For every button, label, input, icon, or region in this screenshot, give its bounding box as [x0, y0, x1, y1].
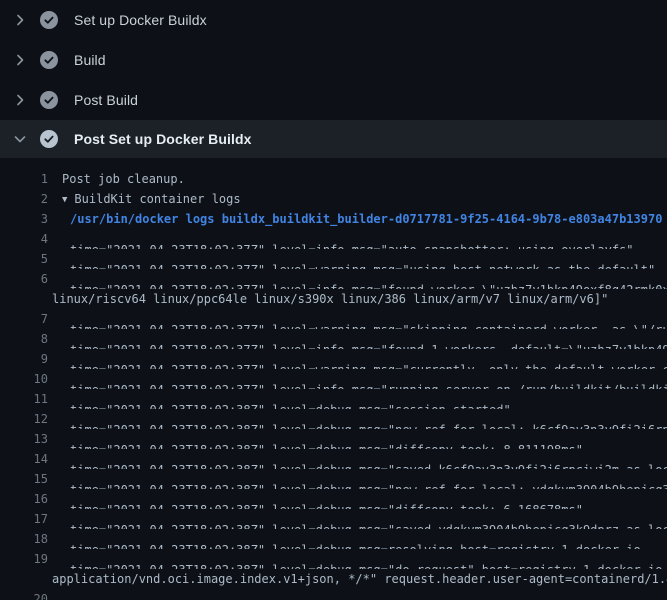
log-line: 13 time="2021-04-23T18:02:38Z" level=debu…: [0, 429, 667, 449]
log-text: application/vnd.oci.image.index.v1+json,…: [52, 569, 667, 589]
log-text: time="2021-04-23T18:02:38Z" level=debug …: [70, 589, 667, 600]
line-number[interactable]: 1: [0, 169, 48, 189]
log-line: 2 ▼ BuildKit container logs: [0, 189, 667, 209]
log-line: 12 time="2021-04-23T18:02:38Z" level=debu…: [0, 409, 667, 429]
log-line: 3/usr/bin/docker logs buildx_buildkit_bu…: [0, 209, 667, 229]
line-number[interactable]: 7: [0, 309, 48, 329]
log-line: 7 time="2021-04-23T18:02:37Z" level=warni…: [0, 309, 667, 329]
log-text: time="2021-04-23T18:02:38Z" level=debug …: [70, 409, 667, 429]
log-group-label: BuildKit container logs: [74, 192, 240, 206]
step-title: Set up Docker Buildx: [74, 12, 207, 28]
log-text: time="2021-04-23T18:02:38Z" level=debug …: [70, 509, 667, 529]
check-circle-icon: [40, 130, 66, 148]
log-line: 18 time="2021-04-23T18:02:38Z" level=debu…: [0, 529, 667, 549]
line-number[interactable]: 2: [0, 189, 48, 209]
log-text: time="2021-04-23T18:02:38Z" level=debug …: [70, 389, 511, 409]
line-number[interactable]: 16: [0, 489, 48, 509]
step-set-up-docker-buildx[interactable]: Set up Docker Buildx: [0, 0, 667, 40]
log-text: time="2021-04-23T18:02:37Z" level=info m…: [70, 269, 667, 289]
step-title: Post Set up Docker Buildx: [74, 131, 252, 147]
line-number[interactable]: 6: [0, 269, 48, 289]
log-line: 8 time="2021-04-23T18:02:37Z" level=info …: [0, 329, 667, 349]
log-text: time="2021-04-23T18:02:38Z" level=debug …: [70, 429, 583, 449]
line-number[interactable]: 10: [0, 369, 48, 389]
log-text: linux/riscv64 linux/ppc64le linux/s390x …: [52, 289, 608, 309]
log-line: 14 time="2021-04-23T18:02:38Z" level=debu…: [0, 449, 667, 469]
check-circle-icon: [40, 11, 66, 29]
actions-log-viewer: Set up Docker Buildx Build Post Build Po…: [0, 0, 667, 600]
log-line: 17 time="2021-04-23T18:02:38Z" level=debu…: [0, 509, 667, 529]
chevron-right-icon: [0, 52, 40, 68]
log-text: time="2021-04-23T18:02:38Z" level=debug …: [70, 469, 667, 489]
line-number[interactable]: 12: [0, 409, 48, 429]
log-line: 6 time="2021-04-23T18:02:37Z" level=info …: [0, 269, 667, 289]
line-number[interactable]: 18: [0, 529, 48, 549]
line-number[interactable]: 9: [0, 349, 48, 369]
line-number[interactable]: 3: [0, 209, 48, 229]
log-line: 20 time="2021-04-23T18:02:38Z" level=debu…: [0, 589, 667, 600]
line-number[interactable]: 4: [0, 229, 48, 249]
log-text: time="2021-04-23T18:02:37Z" level=warnin…: [70, 349, 667, 369]
log-line: linux/riscv64 linux/ppc64le linux/s390x …: [0, 289, 667, 309]
log-text: time="2021-04-23T18:02:38Z" level=debug …: [70, 449, 667, 469]
line-number[interactable]: 15: [0, 469, 48, 489]
line-number[interactable]: 20: [0, 589, 48, 600]
log-line: 10 time="2021-04-23T18:02:37Z" level=info…: [0, 369, 667, 389]
log-text: time="2021-04-23T18:02:37Z" level=warnin…: [70, 249, 655, 269]
line-number[interactable]: 14: [0, 449, 48, 469]
log-line: 4 time="2021-04-23T18:02:37Z" level=info …: [0, 229, 667, 249]
log-text: time="2021-04-23T18:02:37Z" level=info m…: [70, 369, 667, 389]
chevron-right-icon: [0, 12, 40, 28]
log-group-toggle[interactable]: ▼ BuildKit container logs: [62, 189, 241, 209]
chevron-right-icon: [0, 92, 40, 108]
log-text: time="2021-04-23T18:02:38Z" level=debug …: [70, 549, 667, 569]
line-number: [0, 289, 48, 309]
line-number[interactable]: 13: [0, 429, 48, 449]
log-text: time="2021-04-23T18:02:37Z" level=info m…: [70, 229, 634, 249]
chevron-down-icon: [0, 131, 40, 147]
step-title: Post Build: [74, 92, 138, 108]
step-build[interactable]: Build: [0, 40, 667, 80]
log-line: 9 time="2021-04-23T18:02:37Z" level=warni…: [0, 349, 667, 369]
step-post-build[interactable]: Post Build: [0, 80, 667, 120]
log-line: application/vnd.oci.image.index.v1+json,…: [0, 569, 667, 589]
log-line: 19 time="2021-04-23T18:02:38Z" level=debu…: [0, 549, 667, 569]
log-area: 1 Post job cleanup. 2 ▼ BuildKit container l…: [0, 158, 667, 600]
triangle-down-icon: ▼: [62, 190, 67, 209]
log-text: time="2021-04-23T18:02:37Z" level=info m…: [70, 329, 667, 349]
log-line: 1 Post job cleanup.: [0, 169, 667, 189]
line-number: [0, 569, 48, 589]
check-circle-icon: [40, 51, 66, 69]
log-line: 11 time="2021-04-23T18:02:38Z" level=debu…: [0, 389, 667, 409]
log-line: 15 time="2021-04-23T18:02:38Z" level=debu…: [0, 469, 667, 489]
check-circle-icon: [40, 91, 66, 109]
step-title: Build: [74, 52, 106, 68]
line-number[interactable]: 5: [0, 249, 48, 269]
line-number[interactable]: 8: [0, 329, 48, 349]
log-text: time="2021-04-23T18:02:37Z" level=warnin…: [70, 309, 667, 329]
log-line: 16 time="2021-04-23T18:02:38Z" level=debu…: [0, 489, 667, 509]
log-text: time="2021-04-23T18:02:38Z" level=debug …: [70, 529, 641, 549]
log-text: Post job cleanup.: [62, 169, 185, 189]
command-text: /usr/bin/docker logs buildx_buildkit_bui…: [70, 209, 662, 229]
log-line: 5 time="2021-04-23T18:02:37Z" level=warni…: [0, 249, 667, 269]
step-post-set-up-docker-buildx[interactable]: Post Set up Docker Buildx: [0, 120, 667, 158]
line-number[interactable]: 17: [0, 509, 48, 529]
line-number[interactable]: 11: [0, 389, 48, 409]
line-number[interactable]: 19: [0, 549, 48, 569]
log-text: time="2021-04-23T18:02:38Z" level=debug …: [70, 489, 583, 509]
